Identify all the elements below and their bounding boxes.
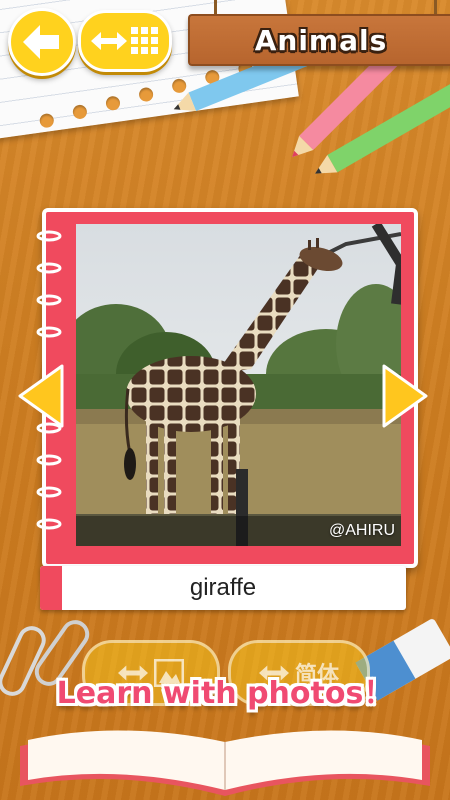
flashcard: @AHIRU — [36, 208, 418, 568]
spiral-ring — [36, 262, 62, 274]
page-title: Animals — [254, 23, 388, 57]
spiral-ring — [36, 294, 62, 306]
spiral-ring — [36, 230, 62, 242]
spiral-ring — [36, 518, 62, 530]
open-book-decoration — [20, 730, 430, 796]
triangle-right-icon — [382, 364, 428, 428]
arrow-left-icon — [23, 25, 59, 59]
spiral-ring — [36, 486, 62, 498]
previous-button[interactable] — [18, 364, 64, 428]
back-button[interactable] — [8, 8, 76, 76]
spiral-ring — [36, 326, 62, 338]
caption-text: giraffe — [189, 574, 257, 601]
triangle-left-icon — [18, 364, 64, 428]
giraffe-photo-illustration — [76, 224, 401, 546]
switch-view-button[interactable] — [78, 10, 172, 72]
spiral-ring — [36, 454, 62, 466]
double-arrow-icon — [91, 32, 127, 50]
slogan: Learn with photos！ — [56, 676, 394, 711]
word-caption[interactable]: giraffe — [40, 566, 406, 610]
title-sign: Animals — [188, 14, 450, 66]
next-button[interactable] — [382, 364, 428, 428]
grid-icon — [131, 27, 158, 54]
animal-photo[interactable]: @AHIRU — [76, 224, 401, 546]
caption-tab — [40, 566, 62, 610]
photo-credit: @AHIRU — [328, 522, 395, 539]
